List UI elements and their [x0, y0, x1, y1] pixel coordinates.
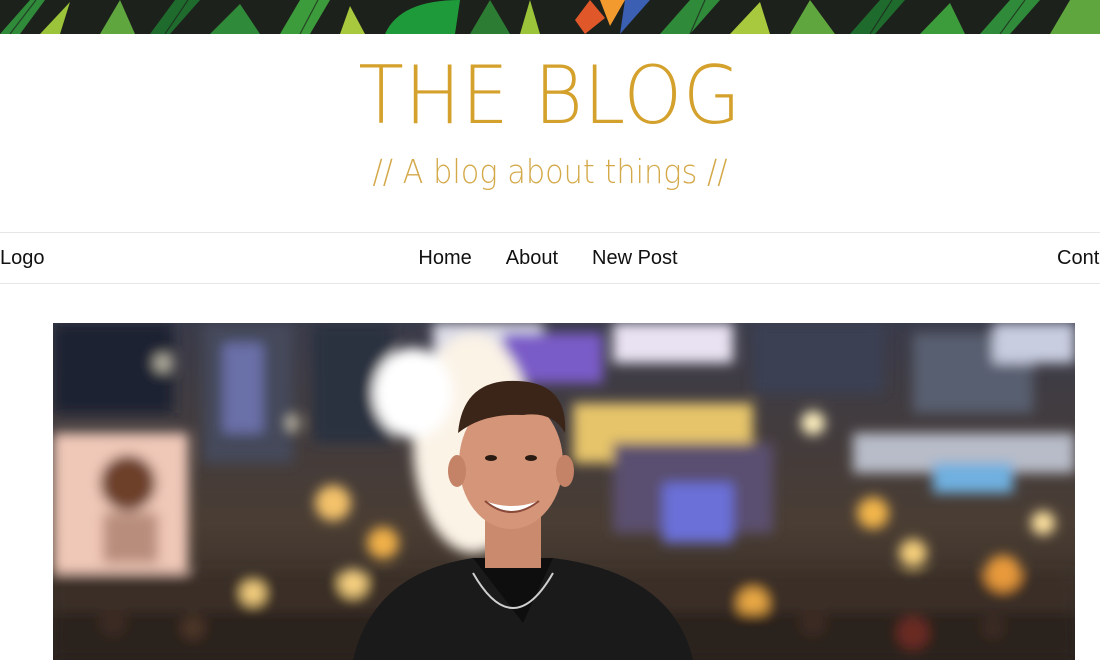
photo-man-city-night-icon: [53, 323, 1075, 660]
tropical-banner: [0, 0, 1100, 34]
nav-link-contact[interactable]: Cont: [1057, 247, 1099, 270]
tropical-leaves-icon: [0, 0, 1100, 34]
nav-link-new-post[interactable]: New Post: [592, 247, 678, 270]
hero-image: [53, 323, 1075, 660]
site-tagline: // A blog about things //: [372, 152, 728, 191]
nav-logo-link[interactable]: Logo: [0, 247, 45, 270]
nav-links: Home About New Post: [0, 247, 1100, 270]
navbar: Logo Home About New Post Cont: [0, 232, 1100, 284]
nav-link-home[interactable]: Home: [418, 247, 471, 270]
site-title: THE BLOG: [358, 49, 742, 142]
nav-link-about[interactable]: About: [506, 247, 558, 270]
page: THE BLOG // A blog about things // Logo …: [0, 0, 1100, 660]
